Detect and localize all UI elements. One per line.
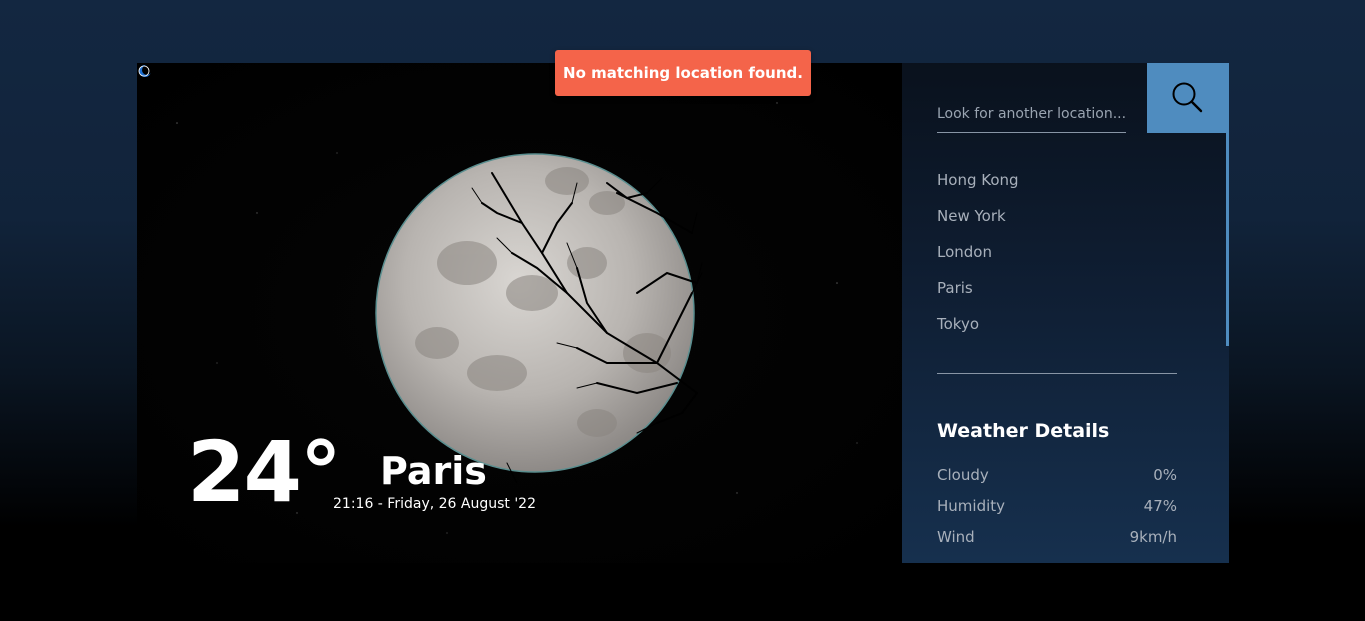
detail-label: Wind xyxy=(937,528,975,546)
date-time: 21:16 - Friday, 26 August '22 xyxy=(333,496,536,512)
location-item-london[interactable]: London xyxy=(937,241,1177,277)
night-sky-background: 24° Paris 21:16 - Friday, 26 August '22 xyxy=(137,63,902,563)
panel-scrollbar[interactable] xyxy=(1226,133,1229,346)
side-panel: Hong Kong New York London Paris Tokyo We… xyxy=(902,63,1229,563)
detail-row-wind: Wind 9km/h xyxy=(937,528,1177,559)
location-search-input[interactable] xyxy=(937,95,1126,133)
location-item-paris[interactable]: Paris xyxy=(937,277,1177,313)
search-button[interactable] xyxy=(1147,63,1229,133)
weather-app: 24° Paris 21:16 - Friday, 26 August '22 … xyxy=(137,63,1229,563)
weather-details-title: Weather Details xyxy=(937,420,1110,442)
detail-value: 0% xyxy=(1153,466,1177,484)
detail-row-humidity: Humidity 47% xyxy=(937,497,1177,528)
detail-value: 9km/h xyxy=(1129,528,1177,546)
detail-row-cloudy: Cloudy 0% xyxy=(937,466,1177,497)
temperature: 24° xyxy=(187,423,342,521)
location-item-hong-kong[interactable]: Hong Kong xyxy=(937,169,1177,205)
location-item-tokyo[interactable]: Tokyo xyxy=(937,313,1177,349)
error-toast: No matching location found. xyxy=(555,50,811,96)
location-item-new-york[interactable]: New York xyxy=(937,205,1177,241)
weather-details-list: Cloudy 0% Humidity 47% Wind 9km/h xyxy=(937,466,1177,559)
city-name: Paris xyxy=(380,449,487,493)
detail-label: Humidity xyxy=(937,497,1006,515)
search-icon xyxy=(1172,82,1203,113)
moon-icon xyxy=(138,65,152,77)
panel-divider xyxy=(937,373,1177,374)
location-list: Hong Kong New York London Paris Tokyo xyxy=(937,169,1177,349)
detail-label: Cloudy xyxy=(937,466,989,484)
detail-value: 47% xyxy=(1143,497,1177,515)
